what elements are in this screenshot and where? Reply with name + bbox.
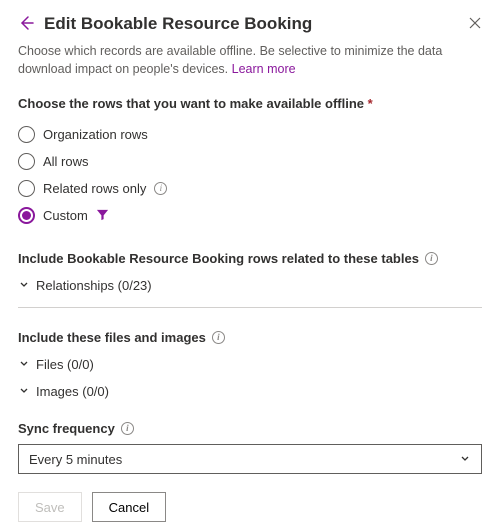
sync-frequency-value: Every 5 minutes <box>29 452 122 467</box>
choose-rows-radio-group: Organization rows All rows Related rows … <box>18 121 482 229</box>
sync-frequency-select[interactable]: Every 5 minutes <box>18 444 482 474</box>
radio-label: Custom <box>43 208 88 223</box>
back-arrow-icon[interactable] <box>18 15 34 34</box>
radio-circle-selected-icon <box>18 207 35 224</box>
panel-title: Edit Bookable Resource Booking <box>44 14 458 34</box>
include-related-label: Include Bookable Resource Booking rows r… <box>18 251 482 266</box>
chevron-down-icon <box>18 384 30 399</box>
images-label: Images (0/0) <box>36 384 109 399</box>
chevron-down-icon <box>459 452 471 467</box>
info-icon[interactable]: i <box>154 182 167 195</box>
chevron-down-icon <box>18 357 30 372</box>
panel-subtitle: Choose which records are available offli… <box>18 42 482 78</box>
images-expander[interactable]: Images (0/0) <box>18 384 482 399</box>
radio-label: Organization rows <box>43 127 148 142</box>
radio-all-rows[interactable]: All rows <box>18 148 482 175</box>
radio-label: Related rows only <box>43 181 146 196</box>
info-icon[interactable]: i <box>121 422 134 435</box>
save-button: Save <box>18 492 82 522</box>
info-icon[interactable]: i <box>212 331 225 344</box>
files-expander[interactable]: Files (0/0) <box>18 357 482 372</box>
sync-frequency-label: Sync frequency i <box>18 421 482 436</box>
cancel-button[interactable]: Cancel <box>92 492 166 522</box>
divider <box>18 307 482 308</box>
close-button[interactable] <box>468 16 482 33</box>
filter-icon[interactable] <box>96 208 109 224</box>
radio-circle-icon <box>18 126 35 143</box>
radio-label: All rows <box>43 154 89 169</box>
chevron-down-icon <box>18 278 30 293</box>
radio-organization-rows[interactable]: Organization rows <box>18 121 482 148</box>
radio-custom[interactable]: Custom <box>18 202 482 229</box>
choose-rows-label: Choose the rows that you want to make av… <box>18 96 482 111</box>
files-label: Files (0/0) <box>36 357 94 372</box>
info-icon[interactable]: i <box>425 252 438 265</box>
radio-related-rows-only[interactable]: Related rows only i <box>18 175 482 202</box>
radio-circle-icon <box>18 153 35 170</box>
relationships-label: Relationships (0/23) <box>36 278 152 293</box>
relationships-expander[interactable]: Relationships (0/23) <box>18 278 482 293</box>
learn-more-link[interactable]: Learn more <box>232 62 296 76</box>
include-files-label: Include these files and images i <box>18 330 482 345</box>
radio-circle-icon <box>18 180 35 197</box>
